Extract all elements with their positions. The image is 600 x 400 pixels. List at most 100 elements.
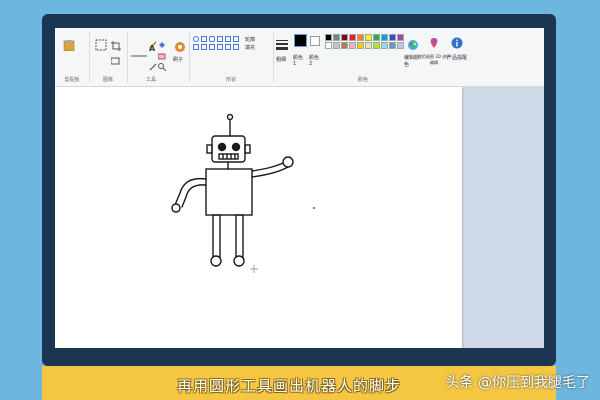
size-label: 粗细 xyxy=(276,57,287,63)
color1-swatch xyxy=(294,34,307,47)
edit-colors-icon xyxy=(407,36,419,55)
drawing-canvas[interactable] xyxy=(55,87,462,348)
color-swatch[interactable] xyxy=(333,42,340,49)
brush-button[interactable]: 刷子 xyxy=(173,30,187,84)
robot-head xyxy=(211,135,246,163)
shape-hexagon[interactable] xyxy=(233,44,239,50)
color-swatch[interactable] xyxy=(341,34,348,41)
left-foot xyxy=(210,255,222,267)
color-swatch[interactable] xyxy=(357,34,364,41)
outline-label[interactable]: 轮廓 xyxy=(245,36,255,43)
fill-label[interactable]: 填充 xyxy=(245,44,255,51)
color-swatch[interactable] xyxy=(373,42,380,49)
right-eye xyxy=(231,142,241,152)
image-group-label: 图像 xyxy=(102,77,113,83)
color1-button[interactable]: 颜色 1 xyxy=(293,30,307,84)
clipboard-group: 剪贴板 xyxy=(57,30,87,84)
separator xyxy=(127,32,128,82)
shapes-group-label: 形状 xyxy=(225,77,236,83)
resize-icon[interactable] xyxy=(110,50,121,69)
text-tool-icon[interactable]: A xyxy=(149,44,155,53)
crosshair-cursor-icon xyxy=(250,265,258,273)
canvas-dot xyxy=(313,207,315,209)
color-swatch[interactable] xyxy=(341,42,348,49)
right-leg xyxy=(235,214,244,260)
left-eye xyxy=(217,142,227,152)
image-group: 图像 xyxy=(91,30,125,84)
color-swatch[interactable] xyxy=(333,34,340,41)
shape-rectangle[interactable] xyxy=(201,36,207,42)
shape-pentagon[interactable] xyxy=(233,36,239,42)
right-hand xyxy=(282,156,294,168)
right-arm-outer xyxy=(251,161,286,172)
left-leg xyxy=(212,214,221,260)
brush-icon xyxy=(174,38,186,57)
product-alert-button[interactable]: 产品提醒 xyxy=(447,30,467,84)
color-swatch[interactable] xyxy=(381,42,388,49)
canvas-area xyxy=(55,87,544,348)
shape-rounded-rectangle[interactable] xyxy=(209,36,215,42)
tools-group-label: 工具 xyxy=(145,77,156,83)
colors-group: 颜色 xyxy=(323,30,404,84)
paint3d-icon xyxy=(428,34,440,53)
caption-text: 再用圆形工具画出机器人的脚步 xyxy=(177,377,402,395)
credit-watermark: 头条 @你压到我腿毛了 xyxy=(445,375,590,391)
separator xyxy=(273,32,274,82)
shape-arrow[interactable] xyxy=(193,44,199,50)
shape-heart[interactable] xyxy=(217,44,223,50)
color2-label: 颜色 2 xyxy=(309,55,320,67)
shape-star[interactable] xyxy=(201,44,207,50)
color-swatch[interactable] xyxy=(365,34,372,41)
color-swatch[interactable] xyxy=(373,34,380,41)
color-swatch[interactable] xyxy=(389,42,396,49)
left-ear xyxy=(206,144,213,154)
separator xyxy=(189,32,190,82)
right-arm-inner xyxy=(251,166,289,178)
shape-triangle[interactable] xyxy=(217,36,223,42)
shape-callout[interactable] xyxy=(209,44,215,50)
magnifier-icon[interactable] xyxy=(158,56,167,75)
color-swatch[interactable] xyxy=(389,34,396,41)
colors-group-label: 颜色 xyxy=(357,77,368,83)
clipboard-group-label: 剪贴板 xyxy=(64,77,80,83)
color-swatch[interactable] xyxy=(365,42,372,49)
left-arm-outer xyxy=(174,177,207,206)
size-button[interactable]: 粗细 xyxy=(275,30,289,84)
color-swatch[interactable] xyxy=(397,34,404,41)
robot-body xyxy=(205,168,253,216)
antenna-tip xyxy=(226,113,234,121)
color-swatch[interactable] xyxy=(349,34,356,41)
select-icon[interactable] xyxy=(95,36,107,55)
color1-label: 颜色 1 xyxy=(293,55,304,67)
color-picker-icon[interactable] xyxy=(149,56,157,75)
color-swatch[interactable] xyxy=(325,34,332,41)
info-icon xyxy=(451,34,463,53)
left-hand xyxy=(171,203,181,213)
size-lines-icon xyxy=(276,36,288,55)
product-alert-label: 产品提醒 xyxy=(447,55,468,61)
color2-swatch xyxy=(310,36,320,46)
shape-oval[interactable] xyxy=(193,36,199,42)
color2-button[interactable]: 颜色 2 xyxy=(309,30,323,84)
tools-group: A 工具 xyxy=(129,30,173,84)
right-ear xyxy=(244,144,251,154)
paint-window: 剪贴板 图像 A 工具 刷子 轮廓 填充 形状 粗细 颜色 1 颜色 2 颜色 … xyxy=(55,28,544,348)
line-tool-icon[interactable] xyxy=(131,44,147,63)
shape-lightning[interactable] xyxy=(225,44,231,50)
color-swatch[interactable] xyxy=(349,42,356,49)
separator xyxy=(89,32,90,82)
paint3d-button[interactable]: 使用画图 3D 进行编辑 xyxy=(418,30,450,84)
color-swatch[interactable] xyxy=(397,42,404,49)
color-swatch[interactable] xyxy=(381,34,388,41)
left-arm-inner xyxy=(181,184,207,208)
robot-drawing xyxy=(171,113,315,273)
shapes-group: 轮廓 填充 形状 xyxy=(191,30,271,84)
right-foot xyxy=(233,255,245,267)
shape-diamond[interactable] xyxy=(225,36,231,42)
color-swatch[interactable] xyxy=(357,42,364,49)
brush-label: 刷子 xyxy=(173,57,184,63)
ribbon: 剪贴板 图像 A 工具 刷子 轮廓 填充 形状 粗细 颜色 1 颜色 2 颜色 … xyxy=(55,28,544,87)
paint3d-label: 使用画图 3D 进行编辑 xyxy=(417,54,451,65)
paste-icon[interactable] xyxy=(63,36,75,55)
color-swatch[interactable] xyxy=(325,42,332,49)
